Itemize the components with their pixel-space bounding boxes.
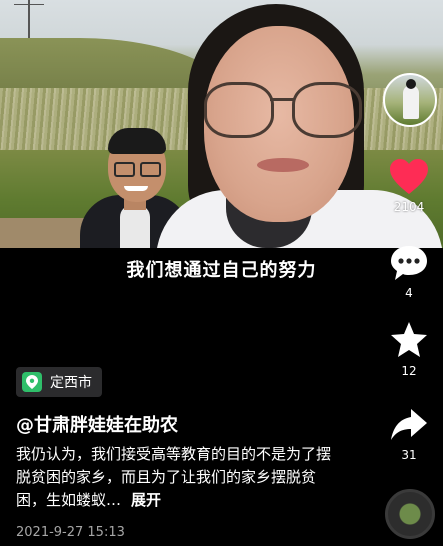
location-pin-icon [22, 372, 42, 392]
like-button[interactable]: 2104 [385, 158, 433, 214]
post-description: 我仍认为，我们接受高等教育的目的不是为了摆脱贫困的家乡，而且为了让我们的家乡摆脱… [16, 443, 332, 512]
location-tag[interactable]: 定西市 [16, 367, 102, 397]
man-glasses-right [140, 162, 161, 177]
share-button[interactable]: 31 [385, 406, 433, 462]
utility-pole-crossbar [14, 4, 44, 5]
star-icon [391, 322, 427, 357]
woman-mouth [257, 158, 309, 172]
favorite-button[interactable]: 12 [385, 320, 433, 378]
description-text: 我仍认为，我们接受高等教育的目的不是为了摆脱贫困的家乡，而且为了让我们的家乡摆脱… [16, 445, 332, 509]
heart-icon [390, 159, 428, 194]
man-smile [124, 186, 148, 191]
video-frame[interactable] [0, 0, 443, 248]
share-count: 31 [401, 448, 417, 462]
avatar-head [406, 79, 416, 89]
like-count: 2104 [393, 200, 425, 214]
share-arrow-icon [391, 409, 427, 440]
man-glasses-left [114, 162, 135, 177]
woman-glasses-bridge [270, 98, 294, 101]
author-name[interactable]: @甘肃胖娃娃在助农 [16, 411, 178, 437]
favorite-count: 12 [401, 364, 417, 378]
creator-avatar[interactable] [383, 73, 437, 127]
comment-count: 4 [405, 286, 413, 300]
post-timestamp: 2021-9-27 15:13 [16, 525, 125, 540]
avatar-figure [403, 85, 419, 119]
man-shirt [120, 205, 150, 248]
video-player-screen: 2104 4 12 31 我们想通过自己的努力 定西市 @甘肃胖娃娃在助农 我仍… [0, 0, 443, 546]
woman-glasses-right [292, 82, 362, 138]
music-disc[interactable] [385, 489, 435, 539]
video-subtitle: 我们想通过自己的努力 [126, 260, 317, 281]
man-hair [108, 128, 166, 154]
location-label: 定西市 [50, 375, 92, 391]
utility-pole [28, 0, 30, 40]
expand-button[interactable]: 展开 [131, 491, 161, 509]
woman-glasses-left [204, 82, 274, 138]
